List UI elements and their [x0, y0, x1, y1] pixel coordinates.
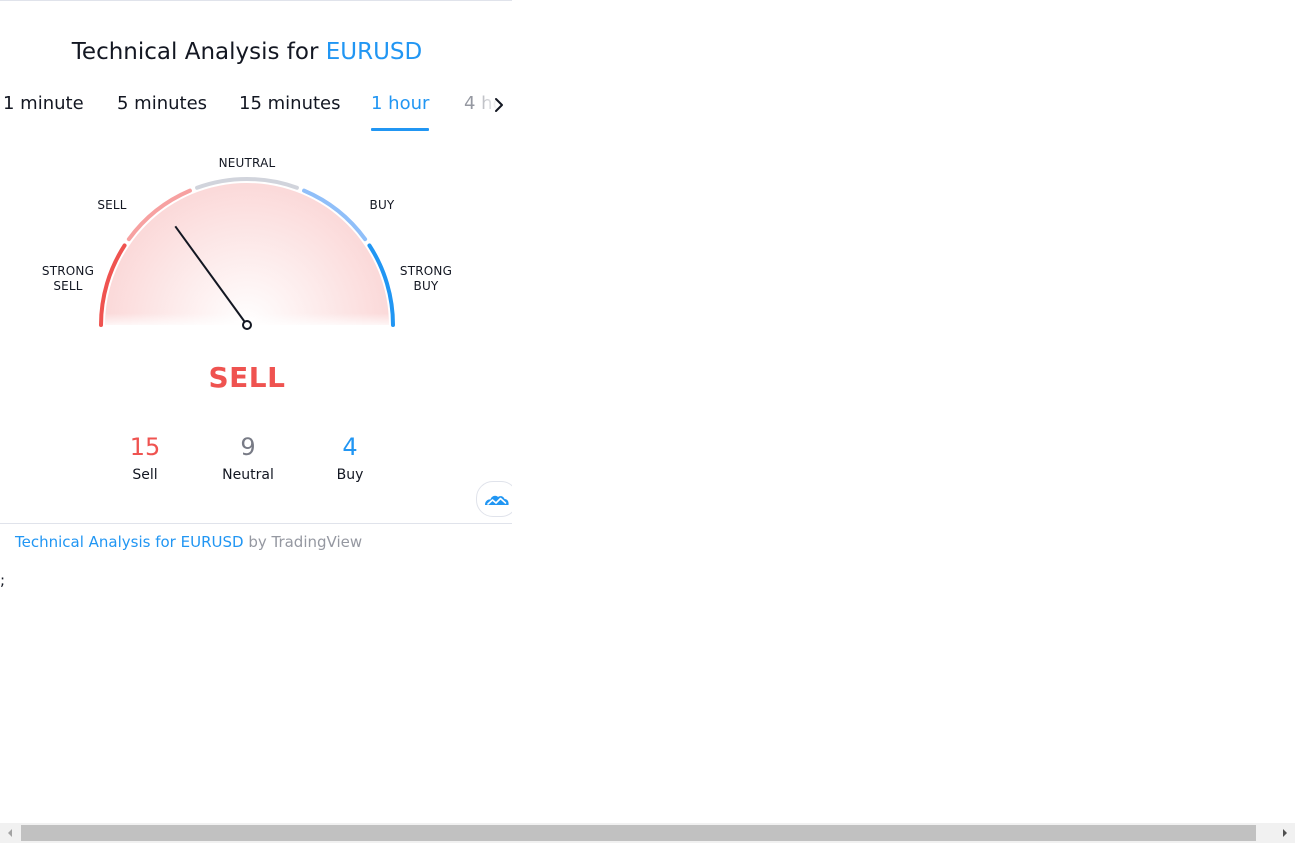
- counter-sell-value: 15: [129, 433, 161, 461]
- tab-1-hour[interactable]: 1 hour: [371, 91, 430, 131]
- interval-tabs: 1 minute 5 minutes 15 minutes 1 hour 4 h…: [0, 91, 512, 135]
- counter-buy-label: Buy: [336, 467, 364, 483]
- counter-buy: 4 Buy: [305, 431, 395, 483]
- tradingview-logo-icon[interactable]: [476, 481, 512, 517]
- counter-sell-label: Sell: [132, 467, 158, 483]
- tab-5-minutes[interactable]: 5 minutes: [117, 91, 207, 131]
- gauge-pivot: [242, 320, 252, 330]
- horizontal-scrollbar[interactable]: [0, 823, 1295, 843]
- gauge-label-neutral: NEUTRAL: [218, 156, 276, 170]
- title-symbol[interactable]: EURUSD: [326, 39, 423, 65]
- tab-15-minutes[interactable]: 15 minutes: [239, 91, 341, 131]
- attribution-suffix: by TradingView: [243, 533, 363, 551]
- scrollbar-thumb[interactable]: [21, 825, 1256, 841]
- gauge: STRONG SELL SELL NEUTRAL BUY STRONG BUY: [0, 141, 494, 341]
- widget-title: Technical Analysis for EURUSD: [0, 39, 494, 65]
- scroll-left-arrow-icon[interactable]: [0, 823, 20, 843]
- gauge-svg: [99, 177, 395, 330]
- gauge-label-strong-buy: STRONG BUY: [399, 264, 453, 293]
- counter-buy-value: 4: [342, 433, 358, 461]
- summary-signal: SELL: [208, 361, 286, 394]
- title-prefix: Technical Analysis for: [71, 39, 326, 65]
- tab-1-minute[interactable]: 1 minute: [3, 91, 84, 131]
- gauge-label-sell: SELL: [97, 198, 127, 212]
- gauge-label-strong-sell: STRONG SELL: [41, 264, 95, 293]
- gauge-label-buy: BUY: [369, 198, 395, 212]
- attribution: Technical Analysis for EURUSD by Trading…: [15, 533, 362, 551]
- technical-analysis-widget: Technical Analysis for EURUSD 1 minute 5…: [0, 0, 512, 524]
- chevron-right-icon[interactable]: [490, 93, 508, 117]
- attribution-link[interactable]: Technical Analysis for EURUSD: [15, 533, 244, 551]
- scroll-right-arrow-icon[interactable]: [1275, 823, 1295, 843]
- counter-neutral-value: 9: [240, 433, 256, 461]
- stray-text: ;: [0, 571, 6, 589]
- counter-neutral: 9 Neutral: [203, 431, 293, 483]
- counter-neutral-label: Neutral: [222, 467, 274, 483]
- counter-sell: 15 Sell: [100, 431, 190, 483]
